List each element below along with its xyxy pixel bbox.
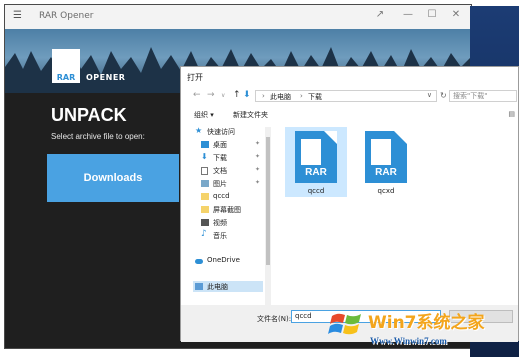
maximize-button[interactable]: ☐: [425, 9, 439, 20]
pin-icon[interactable]: ✦: [255, 179, 260, 186]
document-icon: [201, 167, 208, 175]
select-archive-text: Select archive file to open:: [51, 132, 145, 141]
nav-item-onedrive[interactable]: OneDrive: [193, 256, 263, 267]
cloud-icon: [195, 259, 203, 264]
nav-item-quick-access[interactable]: ★ 快速访问: [193, 126, 263, 138]
breadcrumb-downloads[interactable]: 下载: [308, 92, 322, 102]
organize-menu[interactable]: 组织 ▾: [194, 110, 214, 120]
nav-item-label: qccd: [213, 192, 230, 200]
minimize-button[interactable]: —: [401, 9, 415, 20]
pin-icon[interactable]: ✦: [255, 153, 260, 160]
breadcrumb-separator: ›: [300, 92, 303, 100]
unpack-heading: UNPACK: [51, 105, 127, 125]
breadcrumb-separator: ›: [262, 92, 265, 100]
nav-item-label: 图片: [213, 180, 227, 188]
nav-item-label: 视频: [213, 219, 227, 227]
file-name-label: qccd: [307, 187, 325, 195]
nav-item-this-pc[interactable]: 此电脑: [193, 282, 263, 293]
nav-item-qccd[interactable]: qccd: [193, 192, 263, 203]
picture-icon: [201, 180, 209, 187]
nav-item-label: 文档: [213, 167, 227, 175]
file-name-label: qcxd: [377, 187, 395, 195]
nav-item-screenshots[interactable]: 屏幕截图: [193, 205, 263, 216]
up-arrow-icon[interactable]: ↑: [233, 90, 241, 100]
page-inner: [371, 139, 391, 165]
refresh-icon[interactable]: ↻: [440, 91, 447, 100]
nav-item-desktop[interactable]: 桌面 ✦: [193, 140, 263, 151]
dialog-title: 打开: [187, 73, 203, 82]
breadcrumb-this-pc[interactable]: 此电脑: [270, 92, 291, 102]
new-folder-button[interactable]: 新建文件夹: [233, 110, 268, 120]
navigation-pane: ★ 快速访问 桌面 ✦ ⬇ 下载 ✦ 文档 ✦ 图片 ✦ qccd 屏幕截图 视…: [193, 126, 263, 305]
file-item-qcxd[interactable]: RAR qcxd: [355, 127, 417, 197]
video-icon: [201, 219, 209, 226]
open-file-dialog: 打开 ← → ∨ ↑ ⬇ › 此电脑 › 下载 ∨ ↻ 搜索"下载" 组织 ▾ …: [180, 66, 519, 342]
download-icon: ⬇: [201, 152, 208, 161]
back-arrow-icon[interactable]: ←: [193, 90, 201, 100]
page-fold: [324, 131, 337, 144]
nav-item-documents[interactable]: 文档 ✦: [193, 166, 263, 177]
rar-file-icon: RAR: [295, 131, 337, 183]
folder-icon: [201, 193, 209, 200]
scrollbar-thumb[interactable]: [266, 137, 270, 265]
recent-chevron-icon[interactable]: ∨: [221, 92, 225, 99]
dialog-navbar: ← → ∨ ↑ ⬇ › 此电脑 › 下载 ∨ ↻ 搜索"下载": [181, 87, 518, 105]
desktop-icon: [201, 141, 209, 148]
windows-flag-logo: [328, 313, 361, 335]
music-icon: ♪: [201, 229, 207, 239]
file-name-field-label: 文件名(N):: [257, 315, 292, 323]
nav-item-music[interactable]: ♪ 音乐: [193, 229, 263, 242]
downloads-button[interactable]: Downloads: [47, 154, 179, 202]
opener-logo-text: OPENER: [86, 73, 126, 82]
nav-item-label: 屏幕截图: [213, 206, 241, 214]
app-titlebar: ☰ RAR Opener ↗ — ☐ ✕: [5, 5, 471, 29]
nav-item-label: 音乐: [213, 232, 227, 240]
pin-icon[interactable]: ✦: [255, 166, 260, 173]
watermark-text: Win7系统之家: [368, 313, 485, 333]
view-options-icon[interactable]: ▤: [508, 110, 515, 118]
nav-item-label: OneDrive: [207, 256, 240, 264]
watermark-url: Www.Winwin7.com: [370, 336, 447, 346]
close-button[interactable]: ✕: [449, 9, 463, 20]
rar-badge: RAR: [375, 167, 397, 178]
nav-pane-scrollbar[interactable]: [265, 127, 271, 305]
page-inner: [301, 139, 321, 165]
dialog-toolbar: 组织 ▾ 新建文件夹 ▤: [181, 109, 518, 121]
file-item-qccd[interactable]: RAR qccd: [285, 127, 347, 197]
address-dropdown-icon[interactable]: ∨: [427, 91, 432, 99]
nav-item-label: 此电脑: [207, 283, 228, 291]
forward-arrow-icon[interactable]: →: [207, 90, 215, 100]
folder-icon: [201, 206, 209, 213]
pin-icon[interactable]: ✦: [255, 140, 260, 147]
nav-item-label: 快速访问: [207, 128, 235, 136]
nav-item-label: 桌面: [213, 141, 227, 149]
hamburger-icon[interactable]: ☰: [13, 10, 22, 21]
star-icon: ★: [195, 126, 203, 135]
download-arrow-icon: ⬇: [243, 90, 251, 100]
rar-badge: RAR: [305, 167, 327, 178]
search-box[interactable]: 搜索"下载": [449, 90, 517, 102]
page-fold: [394, 131, 407, 144]
rar-logo-text: RAR: [56, 73, 76, 82]
expand-icon[interactable]: ↗: [373, 9, 387, 20]
nav-item-downloads[interactable]: ⬇ 下载 ✦: [193, 152, 263, 164]
nav-item-label: 下载: [213, 154, 227, 162]
rar-opener-logo: RAR OPENER: [52, 49, 147, 83]
nav-item-pictures[interactable]: 图片 ✦: [193, 179, 263, 190]
address-bar[interactable]: › 此电脑 › 下载 ∨: [255, 90, 437, 102]
rar-file-icon: RAR: [365, 131, 407, 183]
nav-item-videos[interactable]: 视频: [193, 218, 263, 229]
computer-icon: [195, 283, 203, 290]
app-title: RAR Opener: [39, 11, 94, 21]
